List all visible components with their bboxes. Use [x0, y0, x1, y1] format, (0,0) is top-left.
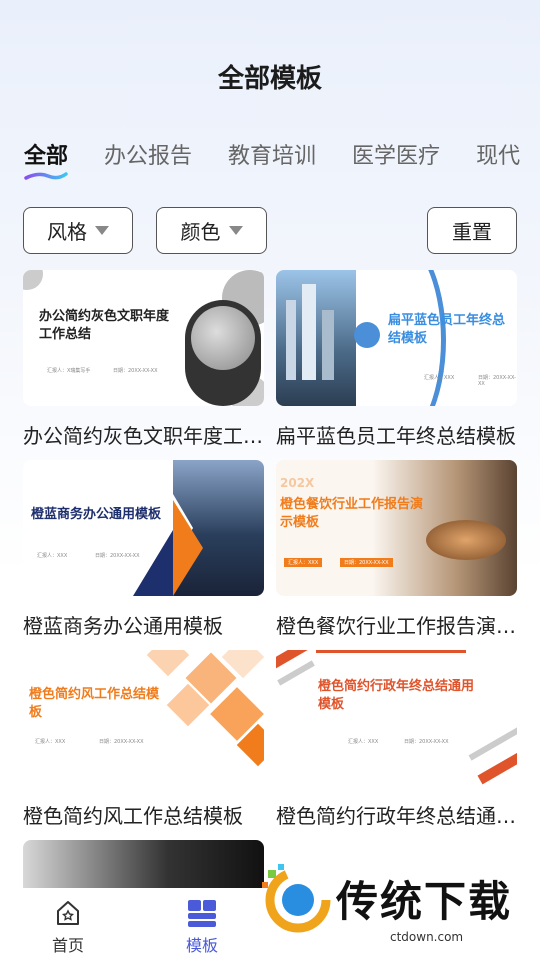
thumb-reporter: 汇报人：XXX — [35, 739, 66, 745]
thumb-date: 日期：20XX-XX-XX — [478, 375, 516, 387]
template-card[interactable]: 橙色简约行政年终总结通用模板 汇报人：XXX 日期：20XX-XX-XX 橙色简… — [276, 650, 517, 829]
template-thumbnail: 扁平蓝色员工年终总结模板 汇报人：XXX 日期：20XX-XX-XX — [276, 270, 517, 406]
template-card[interactable]: 办公简约灰色文职年度工作总结 汇报人：X瑞集写手 日期：20XX-XX-XX 办… — [23, 270, 264, 449]
thumb-reporter: 汇报人：X瑞集写手 — [47, 368, 91, 374]
color-filter-label: 颜色 — [180, 220, 221, 244]
template-thumbnail: 橙蓝商务办公通用模板 汇报人：XXX 日期：20XX-XX-XX — [23, 460, 264, 596]
template-title: 橙色简约风工作总结模板 — [23, 804, 243, 828]
thumb-date: 日期：20XX-XX-XX — [340, 558, 393, 567]
thumb-title: 橙色简约风工作总结模板 — [29, 687, 160, 720]
watermark-url: ctdown.com — [390, 930, 464, 944]
thumb-date: 日期：20XX-XX-XX — [95, 553, 140, 559]
tab-medical[interactable]: 医学医疗 — [352, 138, 440, 182]
tab-education[interactable]: 教育培训 — [228, 138, 316, 182]
nav-home-label: 首页 — [51, 936, 84, 955]
reset-label: 重置 — [452, 220, 492, 244]
thumb-title: 橙蓝商务办公通用模板 — [31, 507, 162, 522]
template-thumbnail: 橙色简约行政年终总结通用模板 汇报人：XXX 日期：20XX-XX-XX — [276, 650, 517, 786]
template-title: 橙蓝商务办公通用模板 — [23, 614, 223, 638]
reset-button[interactable]: 重置 — [427, 207, 517, 254]
thumb-date: 日期：20XX-XX-XX — [404, 739, 449, 745]
thumb-reporter: 汇报人：XXX — [284, 558, 323, 567]
template-title: 办公简约灰色文职年度工作总结模板 — [23, 424, 264, 448]
tab-modern[interactable]: 现代 — [476, 138, 520, 182]
filter-bar: 风格 颜色 重置 — [23, 207, 517, 255]
template-card[interactable]: 橙蓝商务办公通用模板 汇报人：XXX 日期：20XX-XX-XX 橙蓝商务办公通… — [23, 460, 264, 639]
thumb-title: 橙色简约行政年终总结通用模板 — [318, 679, 475, 712]
templates-icon — [188, 900, 216, 927]
template-title: 扁平蓝色员工年终总结模板 — [276, 424, 516, 448]
thumb-title: 扁平蓝色员工年终总结模板 — [388, 313, 506, 346]
watermark: 传统下载 ctdown.com — [260, 848, 516, 948]
thumb-reporter: 汇报人：XXX — [348, 739, 379, 745]
nav-templates[interactable]: 模板 — [172, 898, 232, 956]
template-title: 橙色简约行政年终总结通用模板 — [276, 804, 517, 828]
tab-active-indicator — [24, 172, 68, 180]
page-title: 全部模板 — [217, 64, 322, 94]
chevron-down-icon — [95, 226, 109, 235]
thumb-year: 202X — [280, 476, 315, 490]
style-filter-button[interactable]: 风格 — [23, 207, 133, 254]
nav-home[interactable]: 首页 — [38, 898, 98, 956]
tab-all-label: 全部 — [24, 144, 69, 169]
nav-templates-label: 模板 — [185, 936, 218, 955]
template-thumbnail: 202X 橙色餐饮行业工作报告演示模板 汇报人：XXX 日期：20XX-XX-X… — [276, 460, 517, 596]
template-card[interactable]: 202X 橙色餐饮行业工作报告演示模板 汇报人：XXX 日期：20XX-XX-X… — [276, 460, 517, 639]
template-thumbnail: 办公简约灰色文职年度工作总结 汇报人：X瑞集写手 日期：20XX-XX-XX — [23, 270, 264, 406]
color-filter-button[interactable]: 颜色 — [156, 207, 267, 254]
tab-office-report[interactable]: 办公报告 — [104, 138, 192, 182]
category-tabs: 全部 办公报告 教育培训 医学医疗 现代 — [24, 138, 540, 182]
home-icon — [57, 901, 79, 925]
template-card[interactable]: 扁平蓝色员工年终总结模板 汇报人：XXX 日期：20XX-XX-XX 扁平蓝色员… — [276, 270, 517, 449]
thumb-date: 日期：20XX-XX-XX — [99, 739, 144, 745]
thumb-date: 日期：20XX-XX-XX — [113, 368, 158, 374]
watermark-logo-icon — [262, 864, 331, 933]
style-filter-label: 风格 — [47, 220, 87, 244]
chevron-down-icon — [228, 226, 243, 235]
watermark-text: 传统下载 — [336, 876, 513, 926]
template-title: 橙色餐饮行业工作报告演示模板 — [276, 614, 517, 638]
thumb-reporter: 汇报人：XXX — [37, 553, 68, 559]
thumb-reporter: 汇报人：XXX — [424, 375, 455, 381]
template-card[interactable]: 橙色简约风工作总结模板 汇报人：XXX 日期：20XX-XX-XX 橙色简约风工… — [23, 650, 264, 829]
thumb-title: 橙色餐饮行业工作报告演示模板 — [280, 497, 424, 530]
thumb-title: 办公简约灰色文职年度工作总结 — [39, 309, 170, 342]
tab-all[interactable]: 全部 — [24, 138, 68, 182]
template-thumbnail: 橙色简约风工作总结模板 汇报人：XXX 日期：20XX-XX-XX — [23, 650, 264, 786]
